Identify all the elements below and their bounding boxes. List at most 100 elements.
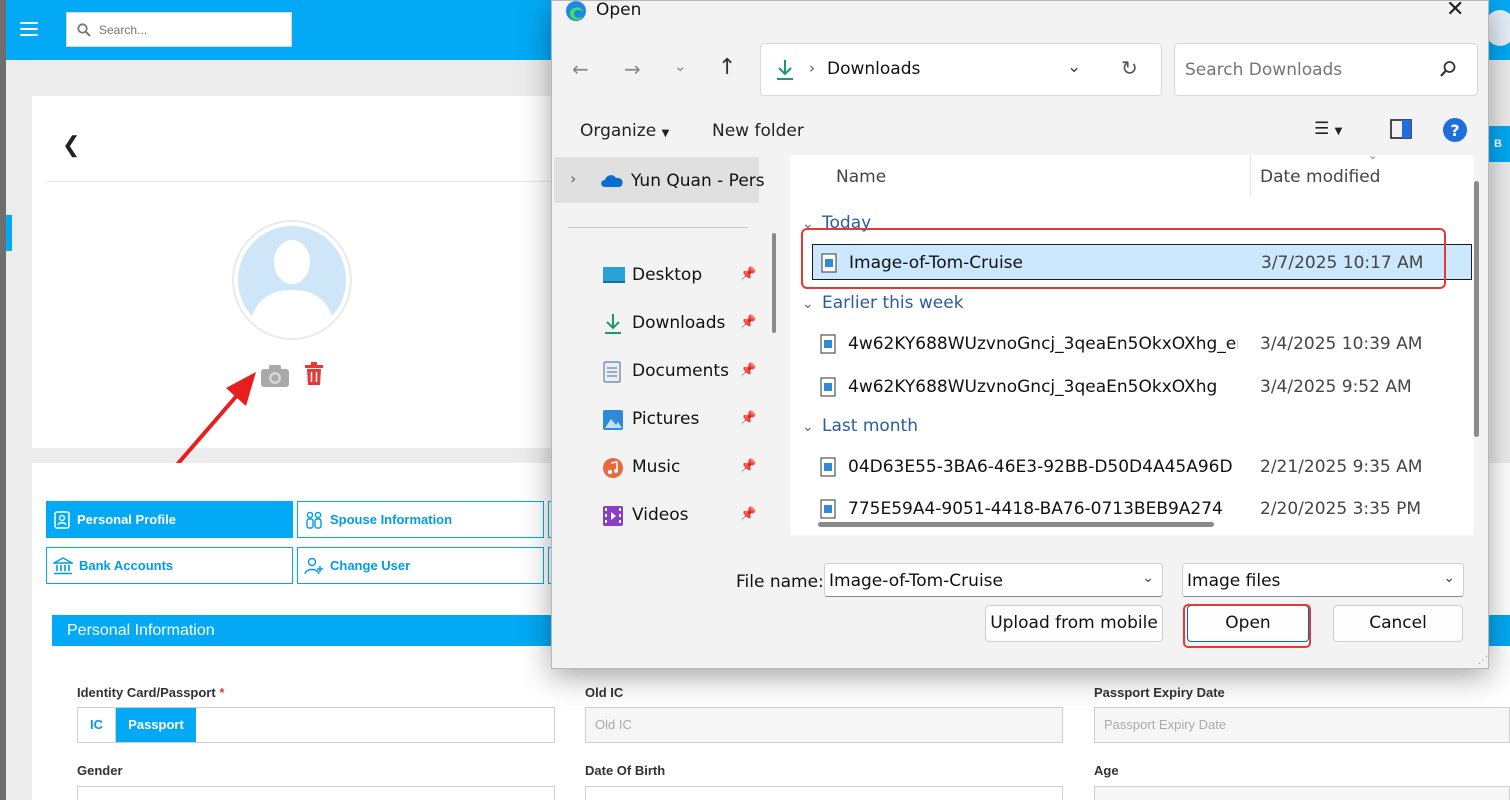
search-icon xyxy=(1440,61,1456,77)
navigation-pane: › Yun Quan - Pers Desktop 📌 Downloads 📌 … xyxy=(554,155,776,539)
help-icon[interactable]: ? xyxy=(1442,117,1468,148)
file-name: 775E59A4-9051-4418-BA76-0713BEB9A274 xyxy=(848,499,1223,519)
browser-icon xyxy=(566,1,586,21)
cloud-icon xyxy=(601,175,623,187)
ic-option[interactable]: IC xyxy=(78,708,116,742)
resize-grip-icon[interactable]: ⋰ xyxy=(1478,655,1488,666)
file-type-select[interactable]: Image files ⌄ xyxy=(1182,563,1464,597)
file-name: 4w62KY688WUzvnoGncj_3qeaEn5OkxOXhg_en... xyxy=(848,334,1238,354)
image-file-icon xyxy=(820,499,836,519)
add-user-icon xyxy=(304,557,323,574)
file-list-scrollbar[interactable] xyxy=(1474,181,1479,437)
search-icon xyxy=(77,23,91,37)
file-row[interactable]: 4w62KY688WUzvnoGncj_3qeaEn5OkxOXhg_en...… xyxy=(812,326,1472,362)
caret-down-icon: ▼ xyxy=(661,128,670,139)
file-date: 2/21/2025 9:35 AM xyxy=(1260,457,1423,477)
up-folder-icon[interactable]: ↑ xyxy=(718,55,736,80)
column-header-date[interactable]: Date modified xyxy=(1260,167,1380,187)
recent-locations-icon[interactable]: ⌄ xyxy=(674,57,687,75)
nav-item-music[interactable]: Music 📌 xyxy=(602,453,762,483)
nav-scrollbar[interactable] xyxy=(772,233,776,333)
chevron-down-icon[interactable]: ⌄ xyxy=(1067,57,1081,77)
close-icon[interactable]: ✕ xyxy=(1446,1,1464,22)
nav-label: Videos xyxy=(632,505,689,525)
profile-photo-card: ❮ xyxy=(32,96,592,514)
chevron-down-icon[interactable]: ⌄ xyxy=(1443,570,1455,586)
organize-label: Organize xyxy=(580,121,657,141)
upload-from-mobile-button[interactable]: Upload from mobile xyxy=(985,605,1163,642)
tab-change-user[interactable]: Change User xyxy=(297,547,544,584)
forward-icon[interactable]: → xyxy=(624,57,641,81)
column-divider[interactable] xyxy=(1250,155,1251,195)
avatar-placeholder-icon xyxy=(238,226,346,334)
passport-option[interactable]: Passport xyxy=(116,708,196,742)
bank-icon xyxy=(53,556,73,574)
image-file-icon xyxy=(820,457,836,477)
app-search-box[interactable] xyxy=(66,12,292,47)
annotation-highlight-box xyxy=(1183,604,1311,648)
view-options-icon[interactable]: ☰ ▼ xyxy=(1314,119,1342,139)
music-icon xyxy=(603,458,623,478)
chevron-down-icon[interactable]: ⌄ xyxy=(1142,570,1154,586)
nav-item-desktop[interactable]: Desktop 📌 xyxy=(602,261,762,291)
download-icon xyxy=(777,60,793,80)
dialog-search-box[interactable] xyxy=(1174,43,1478,96)
app-search-input[interactable] xyxy=(99,20,279,40)
dob-label: Date Of Birth xyxy=(585,763,666,778)
gender-select[interactable] xyxy=(77,786,555,800)
documents-icon xyxy=(603,361,621,383)
tab-bank-accounts[interactable]: Bank Accounts xyxy=(46,547,293,584)
passport-expiry-input[interactable]: Passport Expiry Date xyxy=(1094,707,1510,743)
sort-indicator-icon: ⌄ xyxy=(1368,155,1378,162)
file-name-combobox[interactable]: Image-of-Tom-Cruise ⌄ xyxy=(824,563,1163,597)
age-label: Age xyxy=(1094,763,1119,778)
file-name-value: Image-of-Tom-Cruise xyxy=(829,571,1003,591)
chevron-down-icon: ⌄ xyxy=(802,296,814,312)
camera-icon[interactable] xyxy=(260,364,290,393)
group-label: Earlier this week xyxy=(822,293,964,313)
back-arrow-icon[interactable]: ❮ xyxy=(62,132,80,158)
open-file-dialog: Open ✕ ← → ⌄ ↑ › Downloads ⌄ ↻ Organize … xyxy=(551,0,1489,669)
preview-pane-icon[interactable] xyxy=(1390,119,1412,144)
nav-item-documents[interactable]: Documents 📌 xyxy=(602,357,762,387)
profile-picture xyxy=(232,220,352,340)
dialog-search-input[interactable] xyxy=(1185,58,1435,82)
user-avatar[interactable] xyxy=(1486,10,1510,46)
file-row[interactable]: 04D63E55-3BA6-46E3-92BB-D50D4A45A96D 2/2… xyxy=(812,449,1472,485)
file-date: 3/4/2025 10:39 AM xyxy=(1260,334,1423,354)
nav-item-onedrive[interactable]: › Yun Quan - Pers xyxy=(554,157,765,203)
dob-input[interactable] xyxy=(585,786,1063,800)
file-row[interactable]: 4w62KY688WUzvnoGncj_3qeaEn5OkxOXhg 3/4/2… xyxy=(812,369,1472,405)
age-input[interactable] xyxy=(1094,786,1510,800)
refresh-icon[interactable]: ↻ xyxy=(1121,56,1138,80)
horizontal-scrollbar[interactable] xyxy=(818,522,1214,527)
file-type-value: Image files xyxy=(1187,571,1281,591)
delete-photo-icon[interactable] xyxy=(304,362,324,391)
tab-spouse-information[interactable]: Spouse Information xyxy=(297,501,544,538)
pin-icon: 📌 xyxy=(740,267,757,282)
breadcrumb-chevron-icon: › xyxy=(809,59,815,77)
side-action-button[interactable]: B xyxy=(1488,126,1510,162)
required-mark: * xyxy=(219,685,225,700)
nav-item-pictures[interactable]: Pictures 📌 xyxy=(602,405,762,435)
group-header-last-month[interactable]: ⌄ Last month xyxy=(802,416,918,436)
hamburger-menu-icon[interactable] xyxy=(20,22,38,36)
nav-item-videos[interactable]: Videos 📌 xyxy=(602,501,762,531)
address-bar[interactable]: › Downloads ⌄ ↻ xyxy=(760,43,1162,96)
organize-menu[interactable]: Organize ▼ xyxy=(580,121,669,141)
nav-item-downloads[interactable]: Downloads 📌 xyxy=(602,309,762,339)
tab-personal-profile[interactable]: Personal Profile xyxy=(46,501,293,538)
tab-label: Bank Accounts xyxy=(79,558,174,573)
chevron-down-icon: ⌄ xyxy=(802,419,814,435)
identity-label-text: Identity Card/Passport xyxy=(77,685,216,700)
group-header-earlier-this-week[interactable]: ⌄ Earlier this week xyxy=(802,293,964,313)
cancel-button[interactable]: Cancel xyxy=(1333,605,1463,642)
annotation-highlight-box xyxy=(801,228,1446,289)
back-icon[interactable]: ← xyxy=(572,57,589,81)
new-folder-button[interactable]: New folder xyxy=(712,121,804,141)
old-ic-input[interactable]: Old IC xyxy=(585,707,1063,743)
address-path[interactable]: Downloads xyxy=(827,59,920,79)
pin-icon: 📌 xyxy=(740,411,757,426)
expand-chevron-icon[interactable]: › xyxy=(570,169,576,188)
column-header-name[interactable]: Name xyxy=(836,167,886,187)
